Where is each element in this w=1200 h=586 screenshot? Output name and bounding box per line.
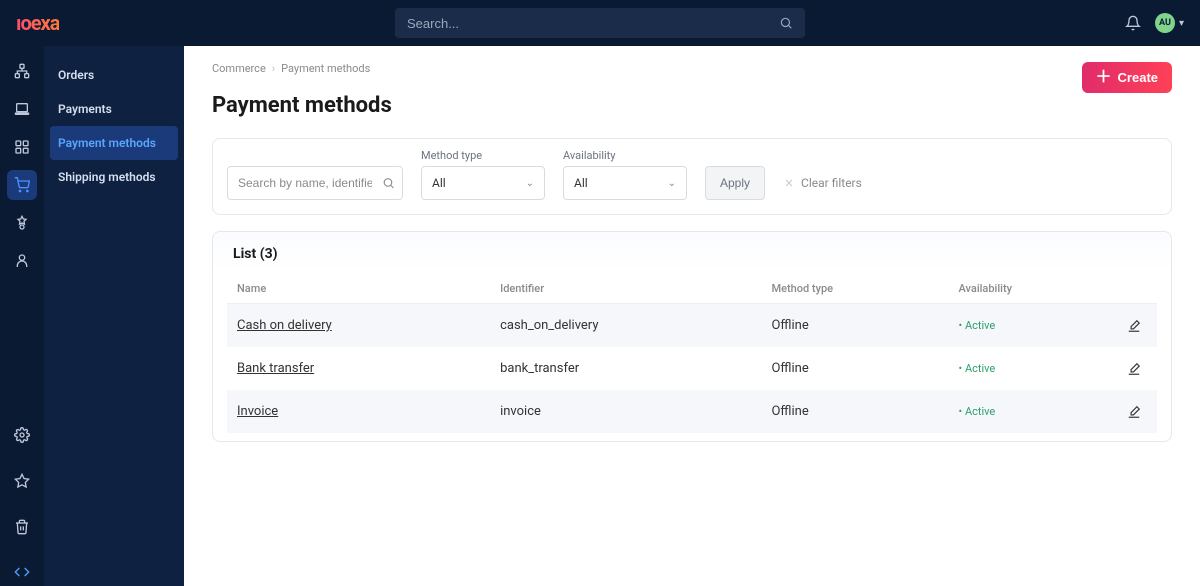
search-icon [382,177,395,190]
filter-method-type-value: All [432,176,446,190]
user-menu[interactable]: AU ▾ [1155,13,1184,33]
main-content: Commerce › Payment methods ＋ Create Paym… [184,46,1200,586]
table-row: Invoice invoiceOffline Active [227,390,1157,433]
filter-availability-label: Availability [563,149,687,162]
col-method-type: Method type [761,274,948,304]
row-method-type: Offline [761,390,948,433]
rail-sitemap-icon[interactable] [7,56,37,86]
col-name: Name [227,274,490,304]
search-icon [779,16,793,30]
create-button-label: Create [1118,70,1158,85]
row-identifier: bank_transfer [490,347,761,390]
rail-bookmark-icon[interactable] [7,466,37,496]
rail-commerce-icon[interactable] [7,170,37,200]
filter-availability-value: All [574,176,588,190]
rail-code-icon[interactable] [0,558,44,586]
filter-card: Method type All ⌄ Availability All ⌄ App… [212,138,1172,215]
filter-search-input[interactable] [227,166,403,200]
submenu-payments[interactable]: Payments [44,92,184,126]
submenu-orders[interactable]: Orders [44,58,184,92]
submenu-payment-methods[interactable]: Payment methods [50,126,178,160]
breadcrumb-sep: › [272,62,275,75]
avatar: AU [1155,13,1175,33]
row-name-link[interactable]: Bank transfer [237,361,314,376]
create-button[interactable]: ＋ Create [1082,62,1172,93]
row-identifier: cash_on_delivery [490,304,761,348]
row-edit-icon[interactable] [1117,347,1157,390]
global-search-input[interactable] [407,16,779,31]
chevron-down-icon: ⌄ [526,178,534,189]
row-method-type: Offline [761,304,948,348]
row-edit-icon[interactable] [1117,304,1157,348]
global-search[interactable] [395,8,805,38]
clear-filters[interactable]: Clear filters [783,166,862,200]
brand-logo: ıoexa [16,11,59,35]
chevron-down-icon: ⌄ [668,178,676,189]
page-title: Payment methods [212,93,392,118]
list-table: Name Identifier Method type Availability… [227,274,1157,433]
status-badge: Active [958,405,995,418]
row-method-type: Offline [761,347,948,390]
status-badge: Active [958,362,995,375]
row-name-link[interactable]: Cash on delivery [237,318,332,333]
notifications-icon[interactable] [1125,15,1141,31]
chevron-down-icon: ▾ [1179,18,1184,29]
rail-catalog-icon[interactable] [7,132,37,162]
row-identifier: invoice [490,390,761,433]
submenu: Orders Payments Payment methods Shipping… [44,46,184,586]
col-availability: Availability [948,274,1117,304]
clear-filters-label: Clear filters [801,176,862,190]
breadcrumb: Commerce › Payment methods [212,62,370,75]
topbar: ıoexa AU ▾ [0,0,1200,46]
row-name-link[interactable]: Invoice [237,404,278,419]
apply-button[interactable]: Apply [705,166,765,200]
table-row: Bank transfer bank_transferOffline Active [227,347,1157,390]
filter-method-type-label: Method type [421,149,545,162]
list-title: List (3) [227,246,1157,262]
rail-content-icon[interactable] [7,94,37,124]
breadcrumb-root[interactable]: Commerce [212,62,266,75]
breadcrumb-current: Payment methods [281,62,370,75]
rail-users-icon[interactable] [7,246,37,276]
list-card: List (3) Name Identifier Method type Ava… [212,231,1172,442]
row-edit-icon[interactable] [1117,390,1157,433]
close-icon [783,177,795,189]
filter-method-type-select[interactable]: All ⌄ [421,166,545,200]
col-identifier: Identifier [490,274,761,304]
submenu-shipping-methods[interactable]: Shipping methods [44,160,184,194]
table-row: Cash on delivery cash_on_deliveryOffline A… [227,304,1157,348]
icon-rail [0,46,44,586]
rail-settings-icon[interactable] [7,420,37,450]
status-badge: Active [958,319,995,332]
rail-setup-icon[interactable] [7,208,37,238]
rail-trash-icon[interactable] [7,512,37,542]
filter-availability-select[interactable]: All ⌄ [563,166,687,200]
